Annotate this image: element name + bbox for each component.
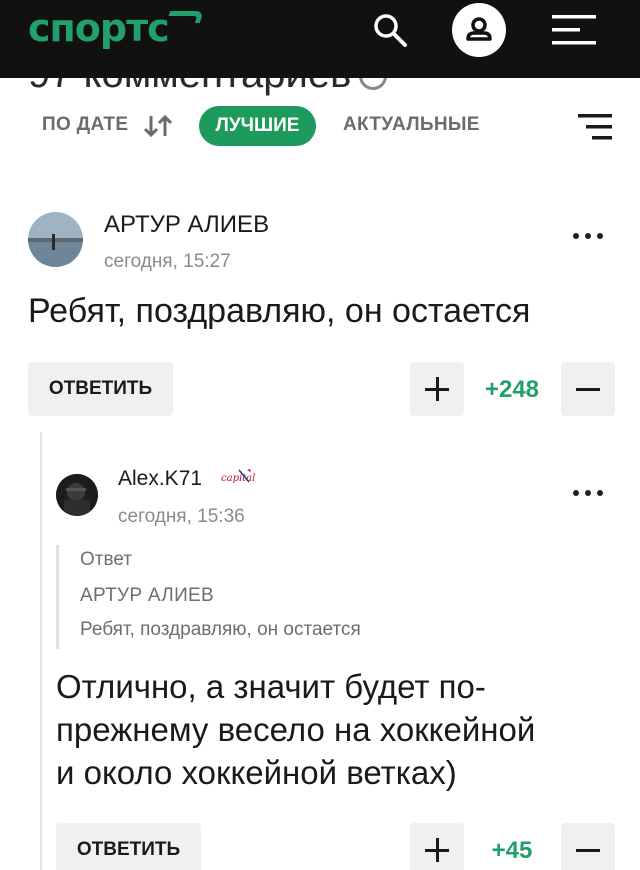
filter-icon[interactable] [578, 112, 612, 142]
team-badge-icon: capitals [221, 469, 255, 484]
reply-button[interactable]: ОТВЕТИТЬ [56, 823, 201, 870]
avatar[interactable] [56, 474, 98, 516]
sort-bar: ПО ДАТЕ ЛУЧШИЕ АКТУАЛЬНЫЕ [0, 104, 640, 148]
comment-score: +248 [484, 376, 540, 403]
comment-score: +45 [491, 837, 533, 864]
site-header: спортс [0, 0, 640, 78]
thread-line [40, 432, 42, 870]
comment-text: Ребят, поздравляю, он остается [28, 292, 531, 330]
avatar[interactable] [28, 212, 83, 267]
svg-text:capitals: capitals [221, 473, 255, 484]
downvote-button[interactable] [561, 362, 615, 416]
comment-text-line: Отлично, а значит будет по- [56, 668, 486, 705]
comment-time: сегодня, 15:36 [118, 506, 245, 527]
sort-by-date-tab[interactable]: ПО ДАТЕ [42, 114, 128, 136]
comment-author[interactable]: АРТУР АЛИЕВ [104, 211, 269, 239]
sort-actual-tab[interactable]: АКТУАЛЬНЫЕ [343, 114, 480, 136]
comment-time: сегодня, 15:27 [104, 251, 231, 272]
reply-quote[interactable]: Ответ АРТУР АЛИЕВ Ребят, поздравляю, он … [56, 545, 616, 649]
more-options-icon[interactable] [573, 488, 607, 498]
comment-text-line: прежнему весело на хоккейной [56, 711, 536, 748]
user-icon[interactable] [452, 3, 506, 57]
upvote-button[interactable] [410, 823, 464, 870]
more-options-icon[interactable] [573, 231, 607, 241]
quote-text: Ребят, поздравляю, он остается [80, 619, 361, 640]
sort-best-tab[interactable]: ЛУЧШИЕ [199, 106, 316, 146]
quote-author: АРТУР АЛИЕВ [80, 585, 214, 606]
quote-label: Ответ [80, 549, 132, 570]
search-icon[interactable] [372, 12, 408, 48]
menu-icon[interactable] [552, 14, 596, 46]
comment-author[interactable]: Alex.K71 [118, 467, 202, 491]
downvote-button[interactable] [561, 823, 615, 870]
upvote-button[interactable] [410, 362, 464, 416]
comment-text-line: и около хоккейной ветках) [56, 754, 457, 791]
logo-mark-icon [165, 11, 205, 23]
reply-button[interactable]: ОТВЕТИТЬ [28, 362, 173, 416]
logo[interactable]: спортс [28, 6, 170, 50]
sort-arrows-icon[interactable] [144, 113, 172, 139]
